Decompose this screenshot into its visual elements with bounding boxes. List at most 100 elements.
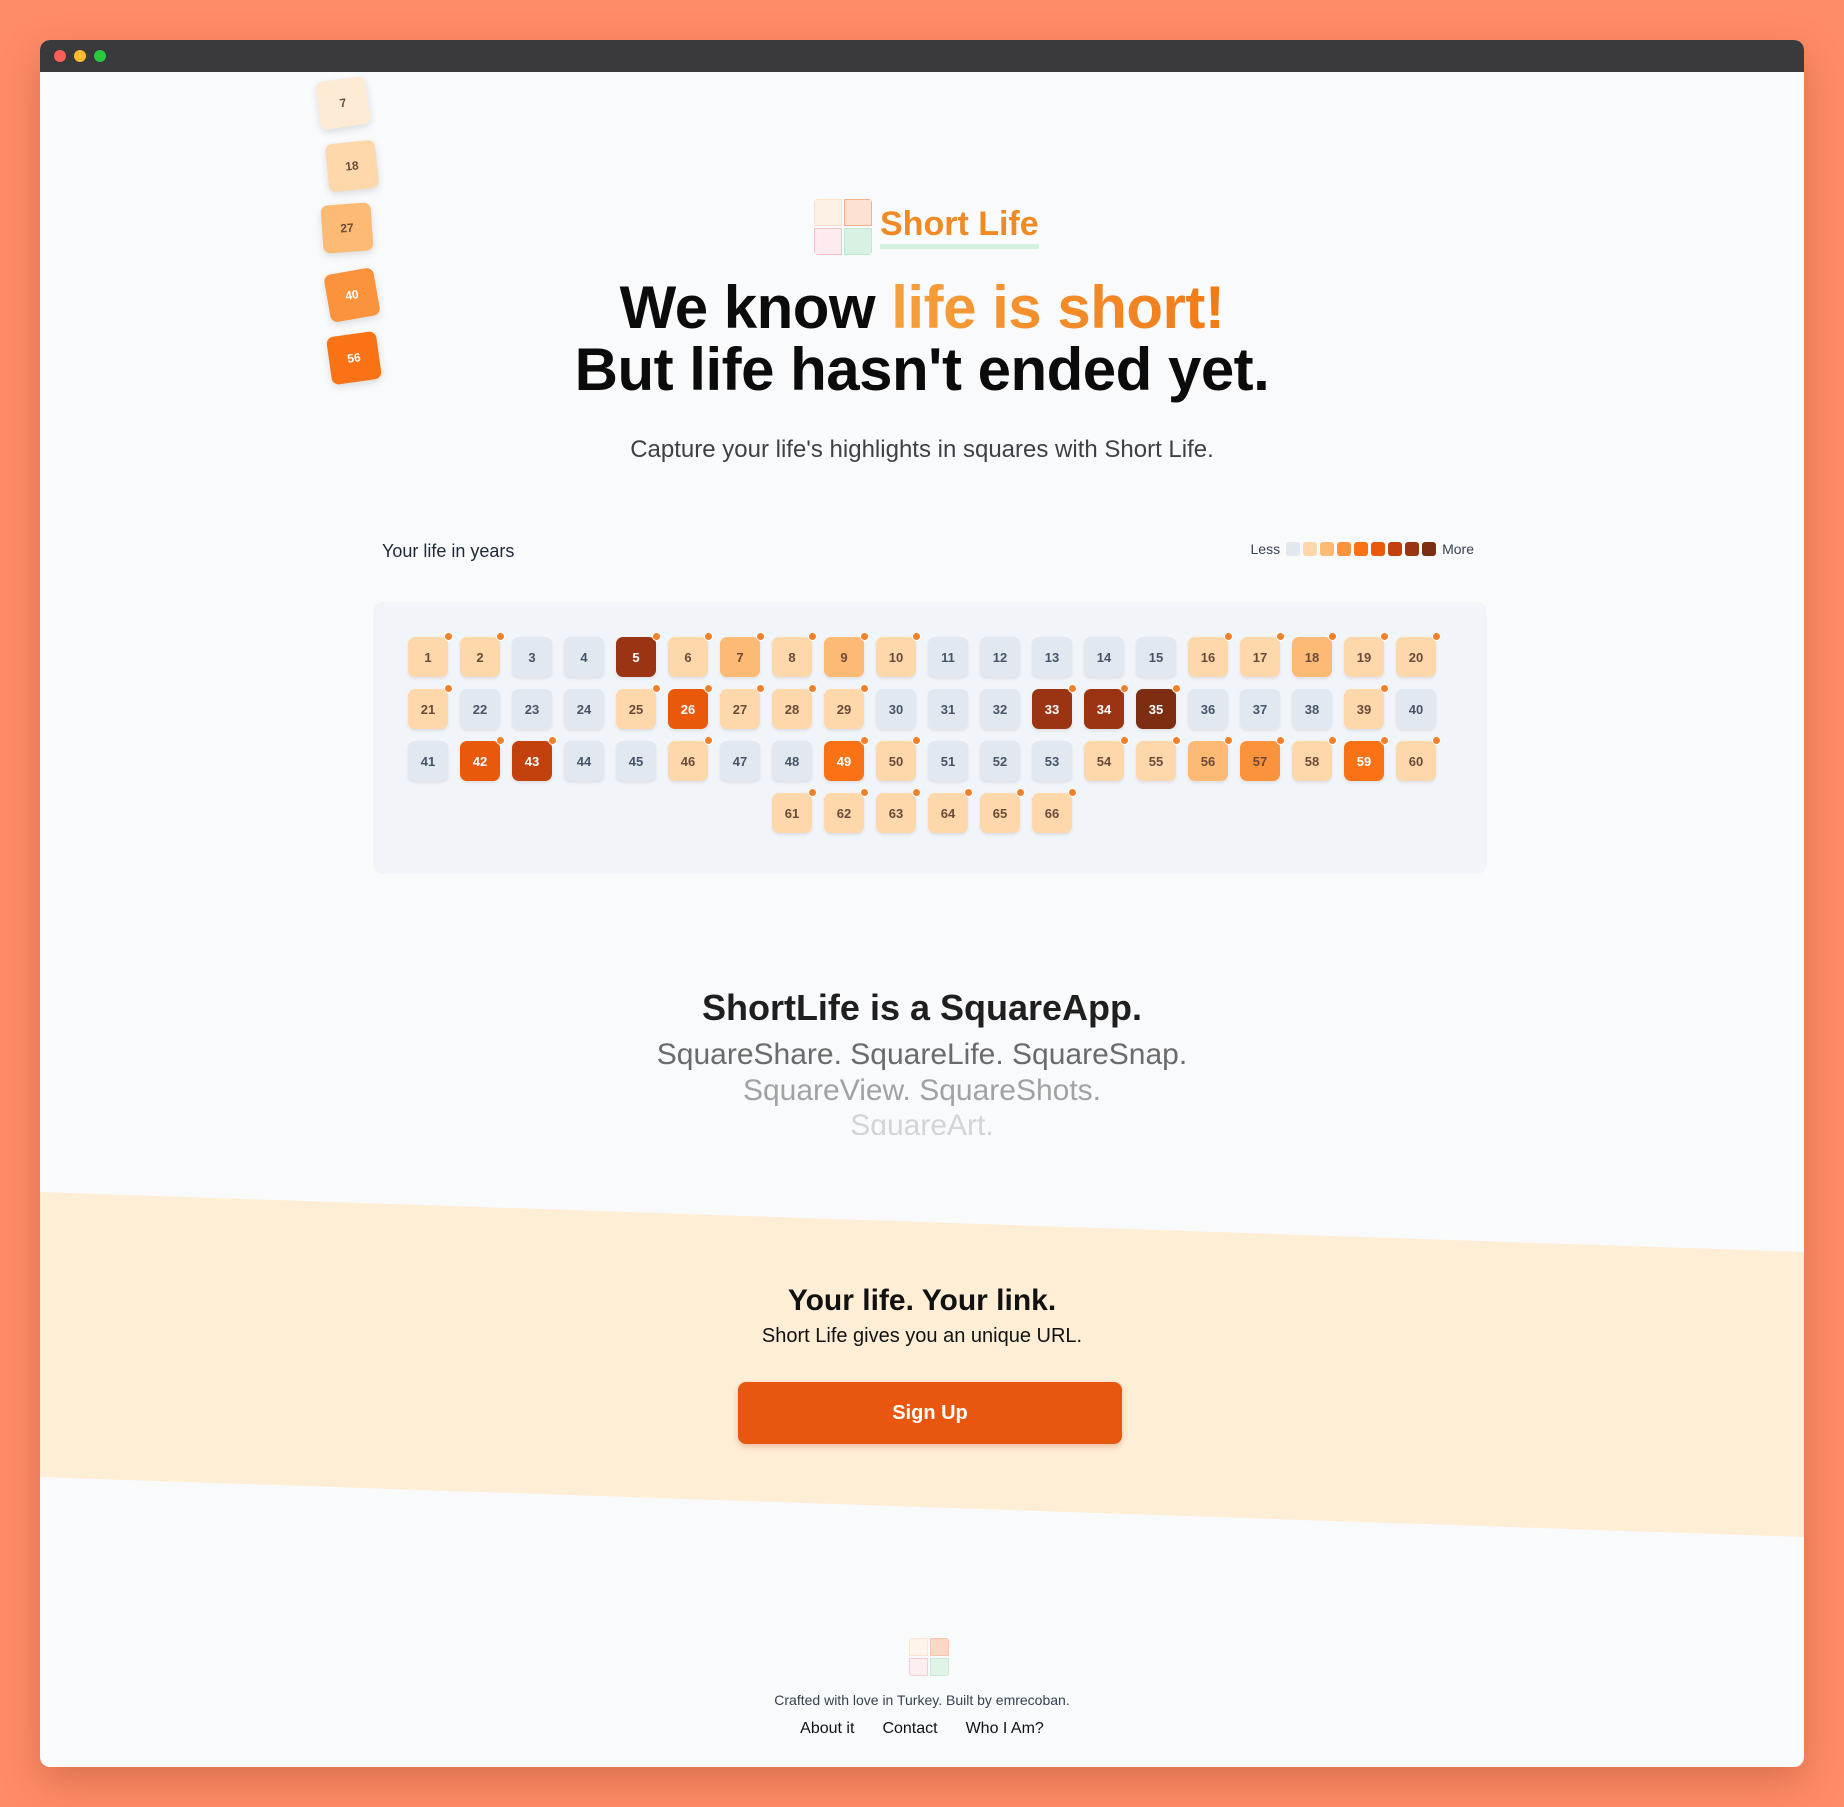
year-cell[interactable]: 40 [1396, 689, 1436, 729]
year-number: 38 [1304, 701, 1320, 717]
year-cell[interactable]: 65 [980, 788, 1025, 833]
year-cell[interactable]: 34 [1084, 684, 1129, 729]
year-number: 19 [1356, 649, 1372, 665]
year-number: 63 [888, 805, 904, 821]
year-cell[interactable]: 37 [1240, 689, 1280, 729]
year-cell[interactable]: 28 [772, 684, 817, 729]
year-cell[interactable]: 14 [1084, 637, 1124, 677]
year-cell[interactable]: 44 [564, 741, 604, 781]
year-cell[interactable]: 30 [876, 689, 916, 729]
year-number: 49 [836, 753, 852, 769]
year-cell[interactable]: 63 [876, 788, 921, 833]
floating-year-tile: 18 [324, 139, 380, 193]
year-cell[interactable]: 50 [876, 736, 921, 781]
footer-logo-icon[interactable] [909, 1638, 949, 1676]
footer-link-contact[interactable]: Contact [882, 1720, 937, 1738]
year-cell[interactable]: 62 [824, 788, 869, 833]
year-cell[interactable]: 12 [980, 637, 1020, 677]
highlight-dot-icon [1328, 632, 1337, 641]
year-cell[interactable]: 60 [1396, 736, 1441, 781]
year-cell[interactable]: 29 [824, 684, 869, 729]
year-cell[interactable]: 25 [616, 684, 661, 729]
close-window-icon[interactable] [54, 50, 66, 62]
highlight-dot-icon [1172, 736, 1181, 745]
year-cell[interactable]: 55 [1136, 736, 1181, 781]
year-cell[interactable]: 31 [928, 689, 968, 729]
year-cell[interactable]: 4 [564, 637, 604, 677]
year-number: 59 [1356, 753, 1372, 769]
year-cell[interactable]: 39 [1344, 684, 1389, 729]
year-cell[interactable]: 61 [772, 788, 817, 833]
year-cell[interactable]: 51 [928, 741, 968, 781]
year-cell[interactable]: 53 [1032, 741, 1072, 781]
maximize-window-icon[interactable] [94, 50, 106, 62]
year-cell[interactable]: 45 [616, 741, 656, 781]
highlight-dot-icon [1380, 684, 1389, 693]
year-cell[interactable]: 48 [772, 741, 812, 781]
year-number: 64 [940, 805, 956, 821]
year-cell[interactable]: 42 [460, 736, 505, 781]
sign-up-button[interactable]: Sign Up [738, 1382, 1122, 1444]
year-cell[interactable]: 22 [460, 689, 500, 729]
year-cell[interactable]: 56 [1188, 736, 1233, 781]
year-cell[interactable]: 3 [512, 637, 552, 677]
year-cell[interactable]: 11 [928, 637, 968, 677]
year-cell[interactable]: 13 [1032, 637, 1072, 677]
year-cell[interactable]: 8 [772, 632, 817, 677]
year-number: 34 [1096, 701, 1112, 717]
year-cell[interactable]: 2 [460, 632, 505, 677]
year-cell[interactable]: 52 [980, 741, 1020, 781]
year-cell[interactable]: 5 [616, 632, 661, 677]
year-cell[interactable]: 20 [1396, 632, 1441, 677]
year-cell[interactable]: 47 [720, 741, 760, 781]
minimize-window-icon[interactable] [74, 50, 86, 62]
year-cell[interactable]: 49 [824, 736, 869, 781]
footer-credit: Crafted with love in Turkey. Built by em… [774, 1692, 1070, 1708]
year-cell[interactable]: 57 [1240, 736, 1285, 781]
year-cell[interactable]: 21 [408, 684, 453, 729]
footer-link-about[interactable]: About it [800, 1720, 854, 1738]
life-grid-label: Your life in years [382, 541, 515, 561]
year-cell[interactable]: 1 [408, 632, 453, 677]
year-cell[interactable]: 15 [1136, 637, 1176, 677]
year-cell[interactable]: 6 [668, 632, 713, 677]
year-cell[interactable]: 18 [1292, 632, 1337, 677]
year-cell[interactable]: 23 [512, 689, 552, 729]
year-cell[interactable]: 54 [1084, 736, 1129, 781]
highlight-dot-icon [704, 736, 713, 745]
year-cell[interactable]: 41 [408, 741, 448, 781]
legend-swatch [1286, 542, 1301, 556]
year-cell[interactable]: 35 [1136, 684, 1181, 729]
year-cell[interactable]: 9 [824, 632, 869, 677]
year-cell[interactable]: 58 [1292, 736, 1337, 781]
year-cell[interactable]: 38 [1292, 689, 1332, 729]
year-cell[interactable]: 10 [876, 632, 921, 677]
year-cell[interactable]: 26 [668, 684, 713, 729]
year-cell[interactable]: 16 [1188, 632, 1233, 677]
year-cell[interactable]: 43 [512, 736, 557, 781]
year-number: 43 [524, 753, 540, 769]
year-number: 22 [472, 701, 488, 717]
legend-swatch [1354, 542, 1369, 556]
year-cell[interactable]: 17 [1240, 632, 1285, 677]
year-number: 44 [576, 753, 592, 769]
logo[interactable]: Short Life [814, 199, 1039, 255]
year-cell[interactable]: 64 [928, 788, 973, 833]
year-number: 13 [1044, 649, 1060, 665]
year-number: 24 [576, 701, 592, 717]
year-cell[interactable]: 46 [668, 736, 713, 781]
year-cell[interactable]: 19 [1344, 632, 1389, 677]
year-cell[interactable]: 59 [1344, 736, 1389, 781]
year-cell[interactable]: 24 [564, 689, 604, 729]
legend-swatches [1286, 542, 1437, 556]
year-cell[interactable]: 32 [980, 689, 1020, 729]
year-number: 58 [1304, 753, 1320, 769]
year-cell[interactable]: 7 [720, 632, 765, 677]
highlight-dot-icon [756, 684, 765, 693]
year-cell[interactable]: 36 [1188, 689, 1228, 729]
footer-link-who-i-am[interactable]: Who I Am? [966, 1720, 1044, 1738]
year-cell[interactable]: 33 [1032, 684, 1077, 729]
year-cell[interactable]: 66 [1032, 788, 1077, 833]
year-cell[interactable]: 27 [720, 684, 765, 729]
year-number: 60 [1408, 753, 1424, 769]
